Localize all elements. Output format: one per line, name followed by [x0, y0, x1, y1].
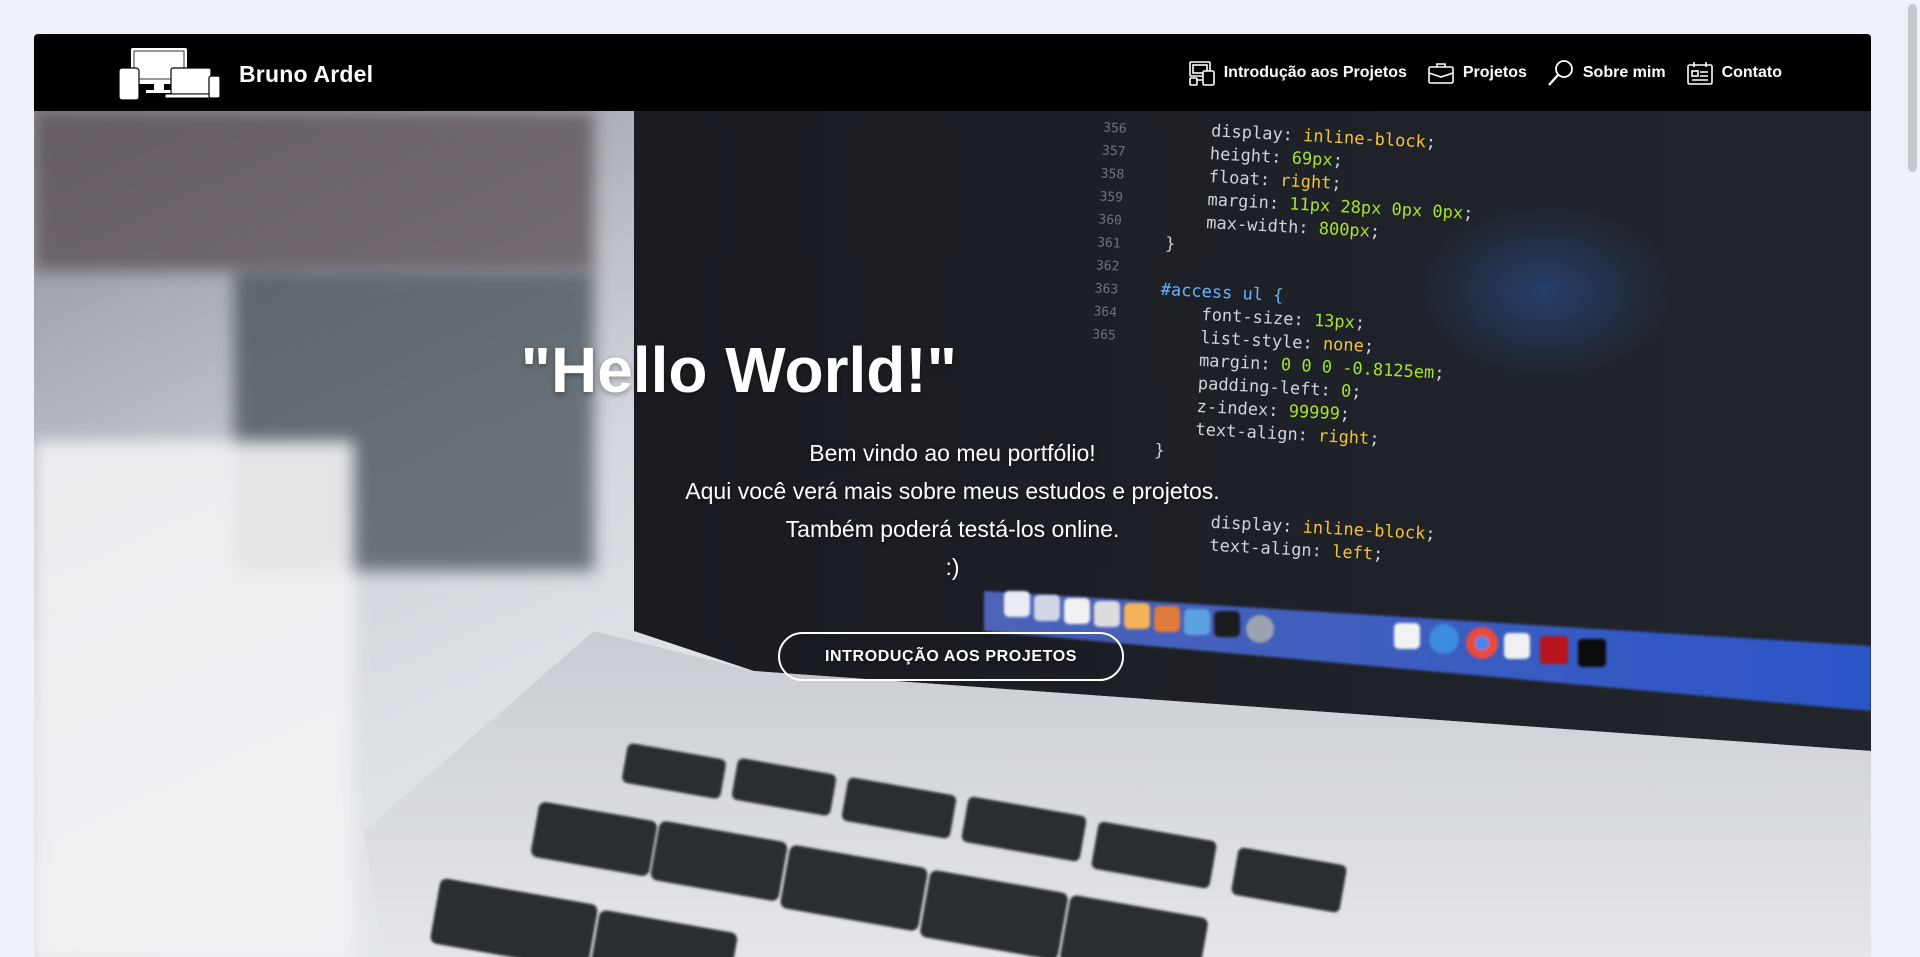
intro-projects-button[interactable]: INTRODUÇÃO AOS PROJETOS [778, 632, 1124, 681]
hero-line: Também poderá testá-los online. [785, 516, 1120, 542]
code-value: right [1279, 170, 1332, 194]
nav-item-projetos[interactable]: Projetos [1427, 59, 1527, 87]
nav-item-label: Contato [1721, 63, 1782, 81]
hero-line: Bem vindo ao meu portfólio! [809, 440, 1096, 466]
brand-name: Bruno Ardel [239, 60, 374, 87]
line-number: 356 [1102, 120, 1127, 137]
line-number: 364 [1093, 304, 1118, 321]
line-number: 365 [1091, 327, 1117, 344]
scrollbar-thumb[interactable] [1908, 4, 1917, 172]
hero-title: "Hello World!" [520, 334, 957, 406]
nav-item-sobre-mim[interactable]: Sobre mim [1547, 59, 1666, 87]
nav-item-label: Projetos [1462, 63, 1527, 81]
line-number: 360 [1097, 212, 1123, 229]
navbar: Bruno Ardel Introdução aos Projetos Proj… [34, 34, 1871, 111]
nav-item-contato[interactable]: Contato [1686, 59, 1782, 87]
code-prop: margin: [1198, 350, 1272, 375]
nav-links: Introdução aos Projetos Projetos Sobre m… [1188, 34, 1782, 111]
line-number: 359 [1099, 189, 1124, 206]
line-number: 363 [1094, 281, 1119, 298]
code-prop: float: [1208, 167, 1271, 191]
code-value: 800px [1318, 218, 1371, 242]
code-prop: max-width: [1205, 213, 1310, 239]
code-prop: font-size: [1200, 304, 1305, 331]
code-value: 69px [1291, 148, 1334, 171]
code-value: 13px [1313, 310, 1356, 333]
code-value: none [1322, 334, 1365, 357]
devices-logo-icon [119, 48, 221, 101]
code-prop: margin: [1206, 190, 1280, 214]
briefcase-icon [1428, 62, 1454, 84]
code-value: 0 [1340, 381, 1352, 402]
code-prop: z-index: [1196, 396, 1279, 422]
nav-item-label: Introdução aos Projetos [1223, 63, 1407, 81]
line-number: 358 [1100, 166, 1125, 183]
hero-section: 356 357 358 359 360 361 362 363 364 365 … [34, 111, 1871, 957]
hero-line: Aqui você verá mais sobre meus estudos e… [685, 478, 1220, 504]
line-number: 357 [1101, 143, 1126, 160]
code-prop: height: [1209, 144, 1283, 168]
hero-intro-text: Bem vindo ao meu portfólio! Aqui você ve… [34, 434, 1871, 586]
line-number: 362 [1095, 258, 1120, 275]
devices-icon [1188, 60, 1215, 86]
code-prop: display: [1210, 121, 1294, 146]
page-scrollbar[interactable] [1905, 0, 1920, 957]
code-value: 99999 [1288, 401, 1341, 425]
page: Bruno Ardel Introdução aos Projetos Proj… [34, 34, 1871, 957]
nav-item-label: Sobre mim [1582, 63, 1666, 81]
brand-link[interactable]: Bruno Ardel [119, 46, 373, 102]
magnifier-icon [1547, 59, 1573, 86]
line-number: 361 [1096, 235, 1121, 252]
nav-item-introducao[interactable]: Introdução aos Projetos [1188, 59, 1407, 87]
contact-card-icon [1686, 61, 1713, 85]
hero-line: :) [945, 554, 960, 580]
